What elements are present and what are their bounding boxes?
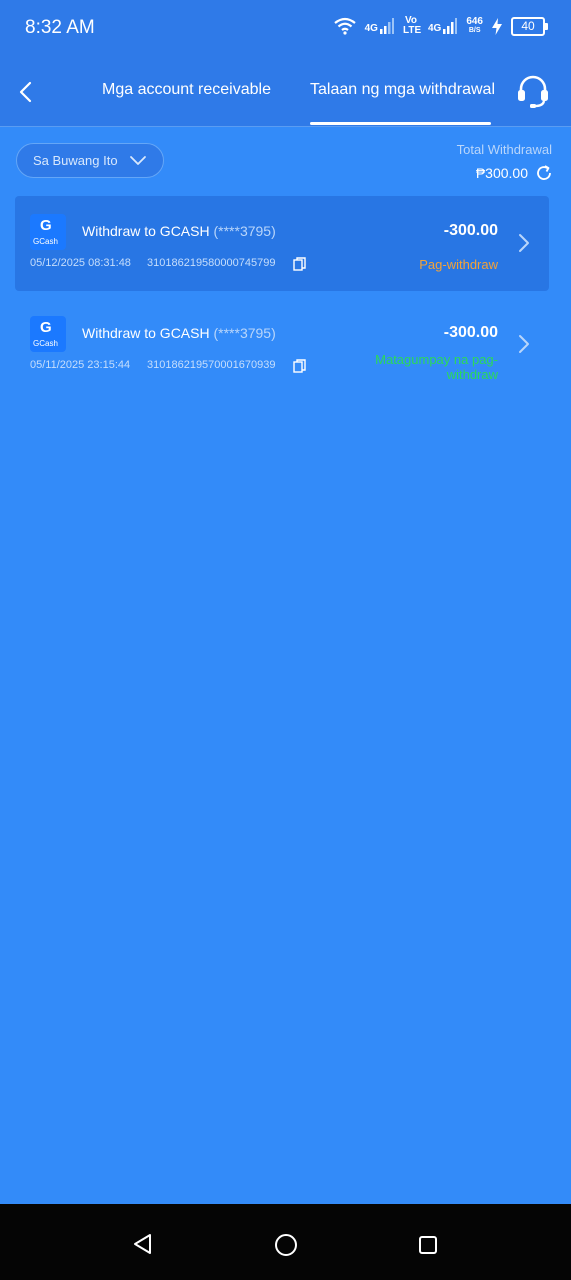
copy-icon[interactable] [293, 257, 306, 271]
record-amount: -300.00 [443, 324, 498, 341]
record-title-text: Withdraw to GCASH [82, 223, 210, 239]
signal-2-group: 4G [427, 18, 458, 34]
customer-support-headset-icon[interactable] [515, 73, 551, 109]
gcash-logo: G GCash [30, 316, 66, 352]
record-account: (****3795) [213, 223, 276, 239]
record-title-text: Withdraw to GCASH [82, 325, 210, 341]
back-arrow-icon[interactable] [12, 78, 40, 106]
month-filter-label: Sa Buwang Ito [33, 153, 118, 168]
withdrawal-record[interactable]: G GCash Withdraw to GCASH (****3795) -30… [15, 298, 549, 393]
record-title: Withdraw to GCASH (****3795) [82, 223, 276, 239]
record-datetime: 05/11/2025 23:15:44 [30, 359, 131, 371]
battery-indicator: 40 [511, 16, 548, 36]
gcash-g-icon: G [40, 319, 52, 336]
network-speed-unit: B/S [468, 27, 481, 34]
wifi-icon [333, 17, 356, 35]
record-status: Matagumpay na pag-withdraw [375, 352, 498, 382]
network-type-label-2: 4G [427, 23, 442, 34]
nav-back-icon[interactable] [131, 1232, 155, 1256]
record-title: Withdraw to GCASH (****3795) [82, 325, 276, 341]
network-speed: 646 B/S [466, 17, 483, 35]
record-status: Pag-withdraw [419, 257, 498, 272]
total-withdrawal-label: Total Withdrawal [456, 142, 552, 157]
signal-1-group: 4G [365, 18, 394, 34]
status-time: 8:32 AM [25, 17, 95, 38]
chevron-right-icon[interactable] [517, 232, 531, 254]
chevron-right-icon[interactable] [517, 333, 531, 355]
signal-2-icon [443, 18, 458, 34]
tab-withdrawal-records[interactable]: Talaan ng mga withdrawal [310, 81, 495, 99]
signal-1-icon [379, 18, 394, 34]
withdrawal-record[interactable]: G GCash Withdraw to GCASH (****3795) -30… [15, 196, 549, 291]
gcash-logo-text: GCash [33, 237, 58, 246]
status-bar: 8:32 AM 4G Vo LTE 4G 646 B/S 40 [0, 0, 571, 58]
record-transaction-id: 310186219580000745799 [147, 257, 276, 269]
total-withdrawal-amount: ₱300.00 [475, 165, 528, 181]
network-type-label: 4G [364, 23, 378, 34]
system-navigation-bar [0, 1204, 571, 1280]
record-amount: -300.00 [443, 222, 498, 239]
active-tab-indicator [310, 122, 491, 125]
tab-accounts-receivable[interactable]: Mga account receivable [102, 81, 271, 99]
record-transaction-id: 310186219570001670939 [147, 359, 276, 371]
refresh-icon[interactable] [535, 164, 553, 182]
top-nav: Mga account receivable Talaan ng mga wit… [0, 58, 571, 127]
nav-recent-apps-icon[interactable] [418, 1235, 438, 1255]
record-account: (****3795) [213, 325, 276, 341]
gcash-g-icon: G [40, 217, 52, 234]
charging-icon [492, 17, 502, 35]
month-filter-dropdown[interactable]: Sa Buwang Ito [16, 143, 164, 178]
gcash-logo-text: GCash [33, 339, 58, 348]
record-datetime: 05/12/2025 08:31:48 [30, 257, 131, 269]
gcash-logo: G GCash [30, 214, 66, 250]
copy-icon[interactable] [293, 359, 306, 373]
network-speed-value: 646 [466, 16, 483, 27]
volte-label: Vo LTE [402, 15, 422, 36]
chevron-down-icon [130, 156, 146, 165]
status-icons: 4G Vo LTE 4G 646 B/S 40 [333, 15, 548, 36]
nav-home-icon[interactable] [274, 1233, 298, 1257]
